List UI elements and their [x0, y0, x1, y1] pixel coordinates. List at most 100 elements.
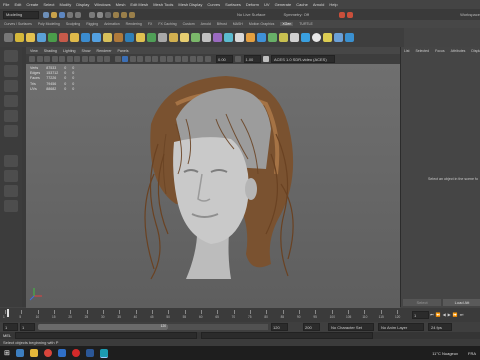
xgen-part-icon[interactable] [202, 33, 211, 42]
step-back-icon[interactable]: ⏪ [436, 312, 441, 317]
ambient-occlusion-icon[interactable] [182, 56, 188, 62]
xgen-export-icon[interactable] [279, 33, 288, 42]
command-input[interactable] [15, 332, 198, 339]
select-by-component-icon[interactable] [105, 11, 111, 18]
xgen-window-icon[interactable] [15, 33, 24, 42]
menu-display[interactable]: Display [76, 2, 89, 7]
select-by-hierarchy-icon[interactable] [89, 11, 95, 18]
xgen-import-icon[interactable] [290, 33, 299, 42]
settings-gear-icon[interactable] [4, 33, 13, 42]
menu-file[interactable]: File [3, 2, 9, 7]
outliner-layout-icon[interactable] [4, 200, 18, 212]
color-management-icon[interactable] [262, 56, 269, 62]
use-all-lights-icon[interactable] [144, 56, 151, 62]
motion-blur-icon[interactable] [189, 56, 196, 62]
xgen-cut-icon[interactable] [125, 33, 134, 42]
go-to-start-icon[interactable]: ⏮ [430, 312, 434, 317]
shadows-icon[interactable] [152, 56, 158, 62]
depth-of-field-icon[interactable] [204, 56, 211, 62]
menu-windows[interactable]: Windows [94, 2, 110, 7]
bookmark-icon[interactable] [44, 56, 50, 62]
range-bar-empty[interactable] [168, 324, 268, 330]
render-icon[interactable] [338, 11, 345, 18]
xgen-clumping-icon[interactable] [103, 33, 112, 42]
menu-edit[interactable]: Edit [14, 2, 21, 7]
chrome-icon[interactable] [43, 349, 52, 357]
field-chart-icon[interactable] [89, 56, 95, 62]
menu-curves[interactable]: Curves [207, 2, 220, 7]
viewport-menu-show[interactable]: Show [82, 49, 91, 53]
live-surface-label[interactable]: No Live Surface [237, 12, 265, 17]
snap-grid-icon[interactable] [113, 11, 119, 18]
shelf-tab-rendering[interactable]: Rendering [126, 22, 142, 26]
select-by-object-icon[interactable] [97, 11, 103, 18]
shelf-tab-sculpting[interactable]: Sculpting [66, 22, 80, 26]
maya-icon[interactable] [99, 348, 108, 358]
menu-surfaces[interactable]: Surfaces [225, 2, 241, 7]
xgen-twist-icon[interactable] [213, 33, 222, 42]
shelf-tab-motion-graphics[interactable]: Motion Graphics [249, 22, 274, 26]
menu-modify[interactable]: Modify [60, 2, 72, 7]
step-forward-icon[interactable]: ⏩ [453, 312, 458, 317]
menu-uv[interactable]: UV [264, 2, 270, 7]
symmetry-label[interactable]: Symmetry: Off [283, 12, 308, 17]
camera-attributes-icon[interactable] [36, 56, 43, 62]
redo-icon[interactable] [75, 11, 81, 18]
viewport-menu-lighting[interactable]: Lighting [63, 49, 76, 53]
antialiasing-icon[interactable] [197, 56, 203, 62]
xray-icon[interactable] [159, 56, 166, 62]
viewport-menu-panels[interactable]: Panels [118, 49, 129, 53]
language-indicator[interactable]: FRA [468, 351, 476, 356]
lasso-tool-icon[interactable] [4, 65, 18, 77]
menu-mesh[interactable]: Mesh [116, 2, 126, 7]
xgen-width-icon[interactable] [169, 33, 178, 42]
film-gate-icon[interactable] [66, 56, 73, 62]
playback-end-field[interactable]: 120 [271, 323, 288, 331]
playback-start-field[interactable]: 1 [20, 323, 35, 331]
xgen-cache-icon[interactable] [268, 33, 277, 42]
xgen-eye-icon[interactable] [345, 33, 354, 42]
safe-title-icon[interactable] [104, 56, 110, 62]
anim-layer-dropdown[interactable]: No Anim Layer [378, 323, 424, 331]
image-plane-icon[interactable] [51, 56, 58, 62]
safe-action-icon[interactable] [96, 56, 103, 62]
select-tool-icon[interactable] [4, 50, 18, 62]
layout-four-icon[interactable] [4, 170, 18, 182]
task-manager-icon[interactable] [15, 349, 24, 357]
rotate-tool-icon[interactable] [4, 110, 18, 122]
attribute-editor-tab-display[interactable]: Display [471, 49, 480, 53]
mail-icon[interactable] [57, 349, 66, 357]
menu-cache[interactable]: Cache [296, 2, 308, 7]
xgen-brush-icon[interactable] [147, 33, 156, 42]
select-button[interactable]: Select [403, 299, 441, 306]
shelf-tab-custom[interactable]: Custom [183, 22, 195, 26]
character-set-dropdown[interactable]: No Character Set [328, 323, 374, 331]
new-scene-icon[interactable] [43, 11, 49, 18]
isolate-select-icon[interactable] [174, 56, 181, 62]
current-frame-marker[interactable] [7, 309, 9, 317]
xray-joints-icon[interactable] [167, 56, 173, 62]
attribute-editor-tab-attributes[interactable]: Attributes [451, 49, 466, 53]
paint-select-tool-icon[interactable] [4, 80, 18, 92]
scale-tool-icon[interactable] [4, 125, 18, 137]
play-forward-icon[interactable]: ▶ [448, 312, 451, 317]
go-to-end-icon[interactable]: ⏭ [460, 312, 464, 317]
shelf-tab-arnold[interactable]: Arnold [201, 22, 211, 26]
shelf-tab-animation[interactable]: Animation [104, 22, 120, 26]
viewport-menu-shading[interactable]: Shading [44, 49, 57, 53]
shelf-tab-curves-surfaces[interactable]: Curves / Surfaces [4, 22, 32, 26]
xgen-create-icon[interactable] [26, 33, 35, 42]
xgen-description-icon[interactable] [59, 33, 68, 42]
undo-icon[interactable] [67, 11, 73, 18]
viewport-menu-renderer[interactable]: Renderer [97, 49, 112, 53]
workspace-dropdown[interactable]: Modeling [3, 10, 39, 19]
animation-start-field[interactable]: 1 [3, 323, 18, 331]
menu-select[interactable]: Select [43, 2, 54, 7]
move-tool-icon[interactable] [4, 95, 18, 107]
gamma-field[interactable]: 1.00 [243, 55, 261, 63]
perspective-viewport[interactable]: Verts 87533 0 0 Edges 153712 0 0 Faces 77226 0 0 Tri… [26, 64, 400, 308]
current-frame-field[interactable]: 1 [412, 311, 429, 319]
xgen-sculpt-icon[interactable] [323, 33, 332, 42]
xgen-preview-icon[interactable] [92, 33, 101, 42]
xgen-gear-icon[interactable] [334, 33, 343, 42]
